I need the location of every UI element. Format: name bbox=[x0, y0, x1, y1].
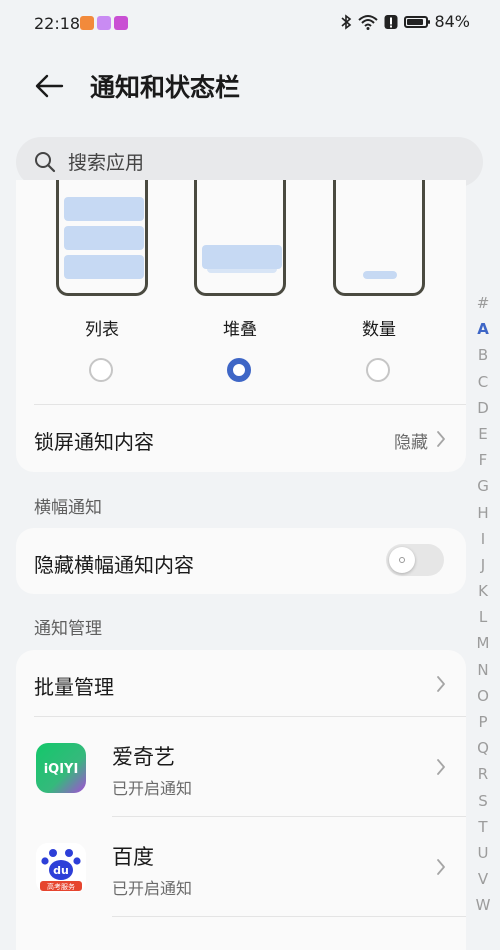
index-letter[interactable]: D bbox=[472, 395, 494, 421]
divider bbox=[112, 916, 466, 917]
index-letter[interactable]: R bbox=[472, 761, 494, 787]
batch-manage-row[interactable]: 批量管理 bbox=[16, 650, 466, 716]
index-letter[interactable]: W bbox=[472, 892, 494, 918]
hide-banner-content-toggle[interactable] bbox=[386, 544, 444, 576]
chevron-right-icon bbox=[437, 859, 445, 875]
search-input[interactable] bbox=[66, 147, 450, 179]
bluetooth-icon bbox=[341, 13, 352, 30]
app-notification-status: 已开启通知 bbox=[112, 779, 193, 798]
style-radio-stack[interactable] bbox=[227, 358, 251, 382]
status-notification-icons bbox=[80, 16, 128, 30]
baidu-app-icon: du 高考服务 bbox=[36, 843, 86, 893]
style-label-count: 数量 bbox=[362, 320, 396, 340]
index-letter[interactable]: J bbox=[472, 552, 494, 578]
chevron-right-icon bbox=[437, 676, 445, 692]
chevron-right-icon bbox=[437, 431, 445, 447]
batch-manage-label: 批量管理 bbox=[34, 675, 114, 699]
notification-style-card: 列表 堆叠 数量 锁屏通知内容 隐藏 bbox=[16, 180, 466, 472]
baidu-icon-caption: 高考服务 bbox=[47, 882, 75, 891]
index-letter[interactable]: K bbox=[472, 578, 494, 604]
iqiyi-icon-text: iQIYI bbox=[44, 762, 79, 777]
status-system-icons: 84% bbox=[340, 12, 470, 31]
status-bar: 22:18 84% bbox=[0, 0, 500, 48]
index-letter[interactable]: A bbox=[472, 316, 494, 342]
style-radio-list[interactable] bbox=[89, 358, 113, 382]
chevron-right-icon bbox=[437, 759, 445, 775]
index-letter[interactable]: N bbox=[472, 657, 494, 683]
page-header: 通知和状态栏 bbox=[0, 48, 500, 128]
app-name: 爱奇艺 bbox=[112, 745, 175, 769]
preview-bar bbox=[64, 226, 144, 250]
app-notification-status: 已开启通知 bbox=[112, 879, 193, 898]
style-radio-count[interactable] bbox=[366, 358, 390, 382]
battery-percent: 84% bbox=[434, 12, 470, 31]
index-letter[interactable]: # bbox=[472, 290, 494, 316]
alphabet-index[interactable]: # A B C D E F G H I J K L M N O P Q R S T U V W bbox=[472, 290, 494, 919]
back-button[interactable] bbox=[32, 68, 68, 104]
arrow-left-icon bbox=[35, 74, 64, 98]
preview-bar bbox=[64, 255, 144, 279]
manage-card: 批量管理 iQIYI 爱奇艺 已开启通知 du 高考服务 百度 已开启通知 bbox=[16, 650, 466, 950]
index-letter[interactable]: O bbox=[472, 683, 494, 709]
preview-bar bbox=[363, 271, 397, 279]
banner-card: 隐藏横幅通知内容 bbox=[16, 528, 466, 594]
index-letter[interactable]: S bbox=[472, 788, 494, 814]
hide-banner-content-label: 隐藏横幅通知内容 bbox=[34, 553, 194, 577]
toggle-knob bbox=[389, 547, 415, 573]
status-app-icon bbox=[97, 16, 111, 30]
index-letter[interactable]: V bbox=[472, 866, 494, 892]
lockscreen-content-label: 锁屏通知内容 bbox=[34, 430, 154, 454]
lockscreen-content-row[interactable]: 锁屏通知内容 隐藏 bbox=[16, 406, 466, 470]
style-label-list: 列表 bbox=[85, 320, 119, 340]
index-letter[interactable]: I bbox=[472, 526, 494, 552]
alert-icon bbox=[384, 14, 398, 29]
section-title-banner: 横幅通知 bbox=[34, 498, 102, 518]
page-title: 通知和状态栏 bbox=[90, 73, 241, 102]
index-letter[interactable]: E bbox=[472, 421, 494, 447]
index-letter[interactable]: H bbox=[472, 500, 494, 526]
preview-bar bbox=[202, 245, 282, 269]
battery-fill bbox=[407, 18, 423, 25]
index-letter[interactable]: T bbox=[472, 814, 494, 840]
app-row-baidu[interactable]: du 高考服务 百度 已开启通知 bbox=[16, 817, 466, 917]
preview-bar bbox=[64, 197, 144, 221]
index-letter[interactable]: M bbox=[472, 630, 494, 656]
status-time: 22:18 bbox=[34, 14, 81, 33]
index-letter[interactable]: Q bbox=[472, 735, 494, 761]
style-label-stack: 堆叠 bbox=[223, 320, 257, 340]
hide-banner-content-row[interactable]: 隐藏横幅通知内容 bbox=[16, 528, 466, 594]
search-icon bbox=[35, 152, 56, 173]
index-letter[interactable]: B bbox=[472, 342, 494, 368]
index-letter[interactable]: G bbox=[472, 473, 494, 499]
index-letter[interactable]: L bbox=[472, 604, 494, 630]
status-app-icon bbox=[114, 16, 128, 30]
phone-preview-list bbox=[56, 180, 148, 296]
lockscreen-content-value: 隐藏 bbox=[394, 433, 428, 453]
app-row-iqiyi[interactable]: iQIYI 爱奇艺 已开启通知 bbox=[16, 717, 466, 817]
phone-preview-stack bbox=[194, 180, 286, 296]
section-title-manage: 通知管理 bbox=[34, 619, 102, 639]
index-letter[interactable]: U bbox=[472, 840, 494, 866]
baidu-icon-text: du bbox=[53, 864, 69, 877]
status-app-icon bbox=[80, 16, 94, 30]
divider bbox=[34, 404, 466, 405]
app-name: 百度 bbox=[112, 845, 154, 869]
battery-icon bbox=[404, 15, 431, 28]
iqiyi-app-icon: iQIYI bbox=[36, 743, 86, 793]
index-letter[interactable]: F bbox=[472, 447, 494, 473]
index-letter[interactable]: P bbox=[472, 709, 494, 735]
wifi-icon bbox=[358, 14, 379, 30]
index-letter[interactable]: C bbox=[472, 369, 494, 395]
phone-preview-count bbox=[333, 180, 425, 296]
